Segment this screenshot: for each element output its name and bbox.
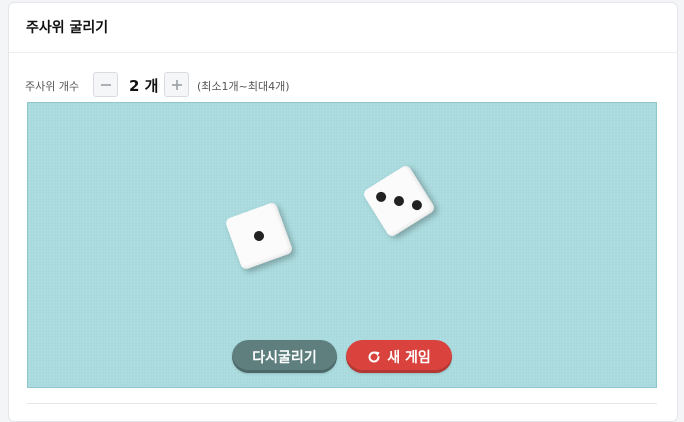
die-pip xyxy=(374,189,388,204)
die-pip xyxy=(410,198,424,213)
die-face-one[interactable] xyxy=(224,201,294,271)
reroll-button-label: 다시굴리기 xyxy=(252,349,317,366)
minus-icon xyxy=(101,84,111,86)
dice-roller-card: 주사위 굴리기 주사위 개수 2 개 (최소1개~최대4개) 다시굴리기 새 게… xyxy=(8,2,678,422)
dice-count-value: 2 개 xyxy=(129,77,159,95)
new-game-button[interactable]: 새 게임 xyxy=(346,340,452,373)
plus-icon xyxy=(172,80,182,90)
dice-count-label: 주사위 개수 xyxy=(25,80,80,93)
page-title: 주사위 굴리기 xyxy=(26,20,109,36)
reroll-button[interactable]: 다시굴리기 xyxy=(232,340,337,373)
die-pip xyxy=(252,229,266,243)
dice-count-range-hint: (최소1개~최대4개) xyxy=(197,80,290,93)
decrease-dice-button[interactable] xyxy=(93,72,118,97)
die-face-three[interactable] xyxy=(361,163,437,239)
increase-dice-button[interactable] xyxy=(164,72,189,97)
new-game-button-label: 새 게임 xyxy=(387,349,431,366)
card-header: 주사위 굴리기 xyxy=(9,3,677,53)
dice-board[interactable]: 다시굴리기 새 게임 xyxy=(27,102,657,388)
refresh-icon xyxy=(368,350,380,363)
divider xyxy=(27,403,657,404)
die-pip xyxy=(392,194,406,208)
dice-count-controls: 주사위 개수 2 개 (최소1개~최대4개) xyxy=(25,72,425,98)
